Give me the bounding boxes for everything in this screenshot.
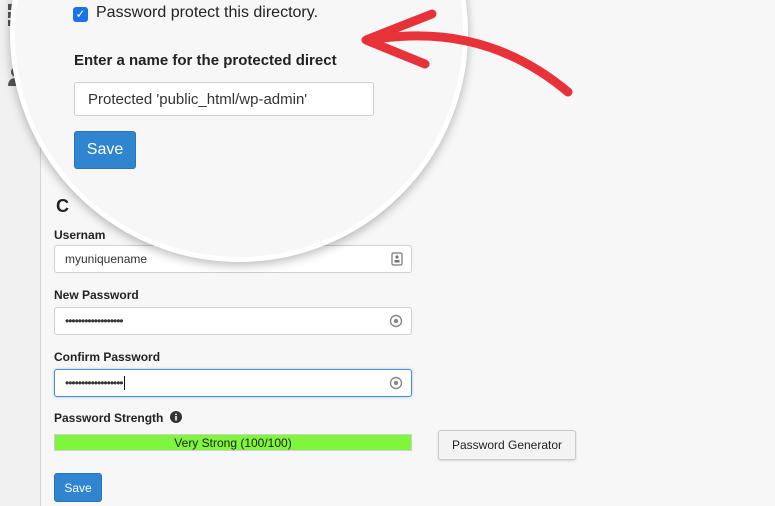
arrow-annotation-icon xyxy=(361,9,573,97)
